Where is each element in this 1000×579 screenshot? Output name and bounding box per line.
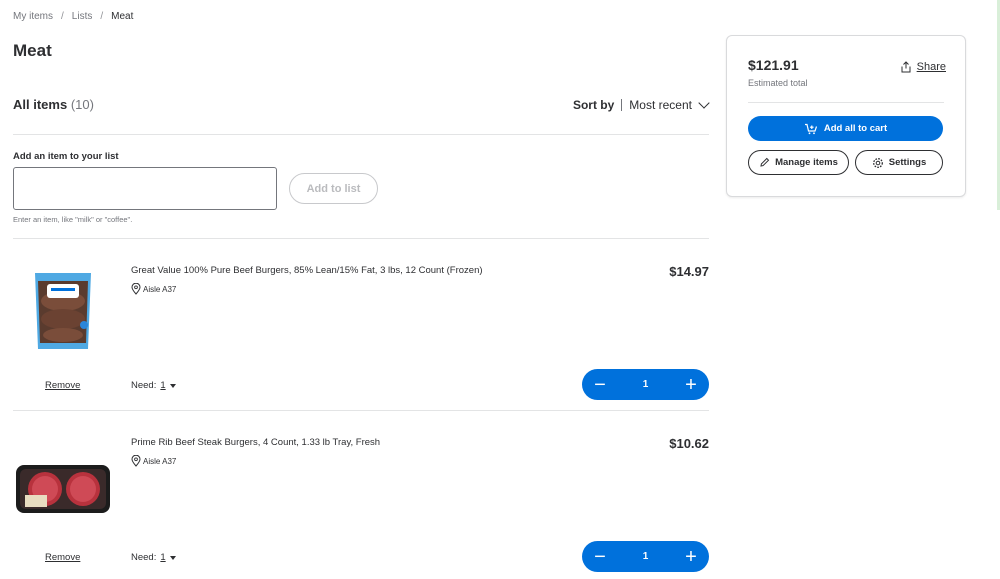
location-pin-icon	[131, 455, 141, 467]
add-all-label: Add all to cart	[823, 123, 888, 134]
share-label: Share	[916, 61, 946, 73]
add-item-hint: Enter an item, like "milk" or "coffee".	[13, 215, 133, 224]
aisle-label: Aisle A37	[143, 284, 177, 294]
all-items-heading: All items (10)	[13, 97, 94, 112]
sort-value: Most recent	[629, 98, 692, 112]
item-name[interactable]: Prime Rib Beef Steak Burgers, 4 Count, 1…	[131, 437, 380, 448]
aisle-location: Aisle A37	[131, 455, 176, 467]
need-value: 1	[160, 380, 166, 391]
settings-label: Settings	[888, 157, 927, 168]
breadcrumb-separator: /	[100, 11, 104, 22]
frozen-burger-bag-icon[interactable]	[13, 253, 113, 353]
breadcrumb-separator: /	[61, 11, 64, 22]
add-item-input[interactable]	[13, 167, 277, 210]
page-title: Meat	[13, 41, 52, 60]
minus-icon[interactable]: −	[592, 547, 608, 567]
caret-down-icon	[169, 555, 176, 560]
sort-dropdown[interactable]: Sort by Most recent	[572, 97, 710, 112]
breadcrumb-current: Meat	[111, 11, 134, 22]
item-count: (10)	[70, 97, 94, 112]
need-label: Need:	[131, 552, 157, 563]
sort-divider	[621, 99, 623, 111]
need-dropdown[interactable]: Need: 1	[131, 380, 176, 391]
caret-down-icon	[169, 383, 176, 388]
quantity-value: 1	[642, 379, 649, 390]
divider	[748, 102, 944, 103]
list-item: Great Value 100% Pure Beef Burgers, 85% …	[13, 243, 709, 415]
list-item: Prime Rib Beef Steak Burgers, 4 Count, 1…	[13, 415, 709, 579]
item-name[interactable]: Great Value 100% Pure Beef Burgers, 85% …	[131, 265, 483, 276]
share-button[interactable]: Share	[900, 61, 946, 73]
divider	[13, 410, 709, 411]
share-icon	[901, 61, 911, 73]
estimated-total-value: $121.91	[748, 57, 799, 73]
add-all-to-cart-button[interactable]: Add all to cart	[748, 116, 943, 141]
need-label: Need:	[131, 380, 157, 391]
pencil-icon	[760, 157, 770, 167]
gear-icon	[872, 157, 883, 168]
quantity-stepper: − 1 +	[582, 541, 709, 572]
sort-label: Sort by	[572, 98, 615, 112]
manage-items-label: Manage items	[775, 157, 838, 168]
item-price: $10.62	[669, 436, 709, 451]
minus-icon[interactable]: −	[592, 375, 608, 395]
location-pin-icon	[131, 283, 141, 295]
breadcrumb: My items / Lists / Meat	[13, 11, 133, 22]
chevron-down-icon	[698, 97, 710, 109]
divider	[13, 238, 709, 239]
aisle-label: Aisle A37	[143, 456, 177, 466]
need-value: 1	[160, 552, 166, 563]
estimated-total-label: Estimated total	[748, 78, 808, 88]
plus-icon[interactable]: +	[683, 375, 699, 395]
plus-icon[interactable]: +	[683, 547, 699, 567]
divider	[13, 134, 709, 135]
item-price: $14.97	[669, 264, 709, 279]
burger-tray-icon[interactable]	[13, 425, 113, 525]
all-items-label: All items	[13, 97, 68, 112]
cart-add-icon	[804, 123, 817, 134]
remove-link[interactable]: Remove	[45, 552, 80, 563]
settings-button[interactable]: Settings	[855, 150, 943, 175]
need-dropdown[interactable]: Need: 1	[131, 552, 176, 563]
aisle-location: Aisle A37	[131, 283, 176, 295]
manage-items-button[interactable]: Manage items	[748, 150, 849, 175]
breadcrumb-my-items[interactable]: My items	[13, 11, 53, 22]
remove-link[interactable]: Remove	[45, 380, 80, 391]
add-to-list-button[interactable]: Add to list	[289, 173, 378, 204]
summary-card: $121.91 Estimated total Share Add all to…	[726, 35, 966, 197]
breadcrumb-lists[interactable]: Lists	[72, 11, 93, 22]
quantity-stepper: − 1 +	[582, 369, 709, 400]
add-item-label: Add an item to your list	[13, 151, 119, 162]
quantity-value: 1	[642, 551, 649, 562]
